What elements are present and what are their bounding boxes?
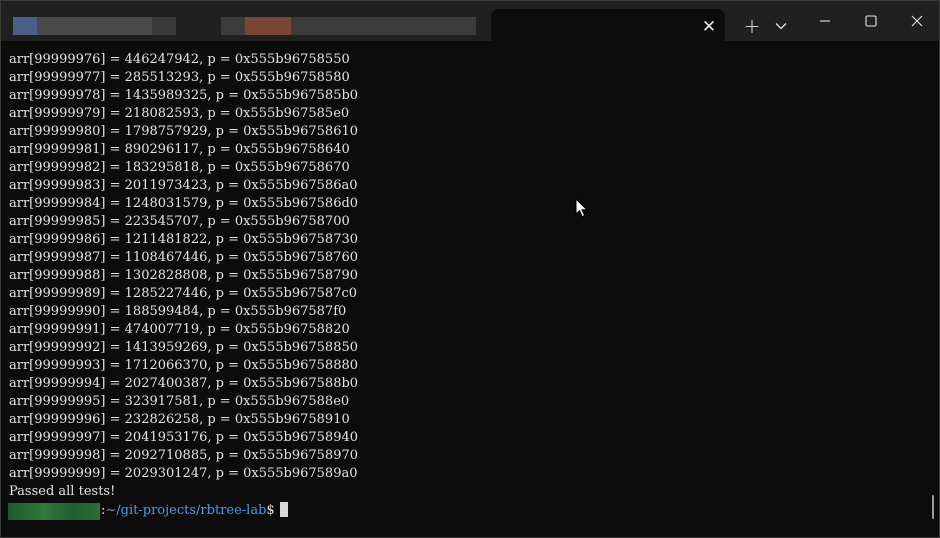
chevron-down-icon[interactable] <box>770 15 792 37</box>
tab-title-blurred[interactable] <box>221 17 245 35</box>
text-cursor <box>279 502 288 517</box>
title-bar[interactable]: ✕ + <box>1 1 939 41</box>
tab-title-blurred[interactable] <box>291 17 476 35</box>
output-line: arr[99999987] = 1108467446, p = 0x555b96… <box>9 250 359 265</box>
close-icon[interactable] <box>901 7 933 35</box>
tab-title-blurred[interactable] <box>245 17 291 35</box>
output-line: arr[99999996] = 232826258, p = 0x555b967… <box>9 412 350 427</box>
prompt-path: ~/git-projects/rbtree-lab <box>105 503 267 518</box>
tab-title-blurred[interactable] <box>152 17 176 35</box>
output-line: arr[99999990] = 188599484, p = 0x555b967… <box>9 304 347 319</box>
output-line: arr[99999993] = 1712066370, p = 0x555b96… <box>9 358 359 373</box>
output-line: arr[99999981] = 890296117, p = 0x555b967… <box>9 142 350 157</box>
output-line: arr[99999982] = 183295818, p = 0x555b967… <box>9 160 350 175</box>
output-line: arr[99999985] = 223545707, p = 0x555b967… <box>9 214 350 229</box>
output-line: arr[99999997] = 2041953176, p = 0x555b96… <box>9 430 359 445</box>
output-line: arr[99999988] = 1302828808, p = 0x555b96… <box>9 268 359 283</box>
new-tab-button[interactable]: + <box>740 14 764 38</box>
output-line: arr[99999979] = 218082593, p = 0x555b967… <box>9 106 350 121</box>
output-line: arr[99999994] = 2027400387, p = 0x555b96… <box>9 376 359 391</box>
tab-title-blurred[interactable] <box>37 17 152 35</box>
output-line: arr[99999976] = 446247942, p = 0x555b967… <box>9 52 350 67</box>
shell-prompt[interactable]: :~/git-projects/rbtree-lab$ <box>101 502 288 520</box>
terminal-output[interactable]: arr[99999976] = 446247942, p = 0x555b967… <box>1 41 939 537</box>
prompt-dollar: $ <box>266 503 275 518</box>
output-line: arr[99999978] = 1435989325, p = 0x555b96… <box>9 88 359 103</box>
mouse-pointer-icon <box>575 198 588 218</box>
tab-close-icon[interactable]: ✕ <box>698 16 720 38</box>
status-line: Passed all tests! <box>9 484 116 499</box>
tab-title-blurred[interactable] <box>13 17 37 35</box>
output-line: arr[99999998] = 2092710885, p = 0x555b96… <box>9 448 359 463</box>
output-line: arr[99999983] = 2011973423, p = 0x555b96… <box>9 178 358 193</box>
output-line: arr[99999980] = 1798757929, p = 0x555b96… <box>9 124 359 139</box>
output-line: arr[99999995] = 323917581, p = 0x555b967… <box>9 394 350 409</box>
output-line: arr[99999989] = 1285227446, p = 0x555b96… <box>9 286 358 301</box>
prompt-user-host <box>8 503 100 520</box>
maximize-icon[interactable] <box>855 7 887 35</box>
output-line: arr[99999991] = 474007719, p = 0x555b967… <box>9 322 350 337</box>
output-line: arr[99999984] = 1248031579, p = 0x555b96… <box>9 196 359 211</box>
active-tab[interactable] <box>491 9 725 41</box>
scrollbar[interactable] <box>932 495 934 519</box>
output-line: arr[99999977] = 285513293, p = 0x555b967… <box>9 70 350 85</box>
terminal-window: ✕ + arr[99999976] = 446247942, p = 0x555… <box>0 0 940 538</box>
output-line: arr[99999986] = 1211481822, p = 0x555b96… <box>9 232 359 247</box>
output-line: arr[99999999] = 2029301247, p = 0x555b96… <box>9 466 358 481</box>
minimize-icon[interactable] <box>809 7 841 35</box>
output-line: arr[99999992] = 1413959269, p = 0x555b96… <box>9 340 359 355</box>
